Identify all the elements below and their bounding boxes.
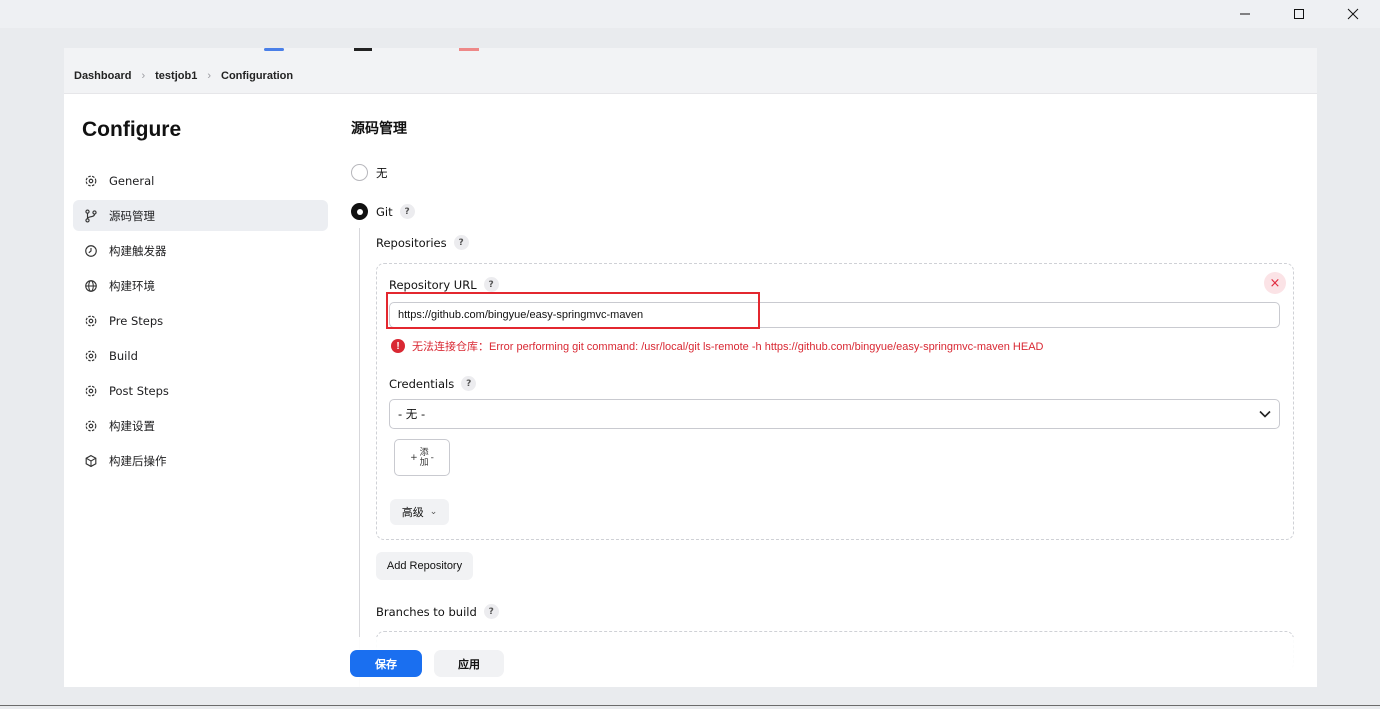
minimize-icon (1240, 13, 1250, 15)
sidebar-item-build-settings[interactable]: 构建设置 (73, 410, 328, 441)
breadcrumb-dashboard[interactable]: Dashboard (74, 70, 131, 82)
chevron-down-icon (1259, 407, 1271, 421)
credentials-label-row: Credentials ? (389, 376, 477, 391)
breadcrumb-configuration[interactable]: Configuration (221, 70, 293, 82)
clipped-header-mark (459, 48, 479, 51)
repositories-label: Repositories (376, 235, 447, 250)
advanced-label: 高级 (401, 506, 424, 519)
sidebar-item-post-build[interactable]: 构建后操作 (73, 445, 328, 476)
sidebar-item-build[interactable]: Build (73, 340, 328, 371)
breadcrumb: Dashboard › testjob1 › Configuration (64, 58, 1317, 94)
window-bottom-border (0, 705, 1380, 706)
help-icon[interactable]: ? (453, 235, 469, 250)
credentials-selected-value: - 无 - (398, 407, 426, 421)
chevron-down-icon: ⌄ (429, 507, 438, 517)
plus-icon: + (410, 452, 418, 463)
gear-icon (83, 348, 99, 364)
error-icon: ! (391, 339, 405, 353)
git-section-indent-line (359, 228, 360, 687)
radio-label: 无 (376, 165, 388, 180)
apply-button[interactable]: 应用 (434, 650, 504, 677)
annotation-highlight-box (386, 292, 760, 329)
window-titlebar (0, 0, 1380, 28)
maximize-icon (1294, 9, 1304, 19)
radio-git[interactable] (351, 203, 368, 220)
jenkins-page: Dashboard › testjob1 › Configuration Con… (64, 48, 1317, 687)
close-button[interactable] (1330, 0, 1376, 28)
clipped-header-mark (264, 48, 284, 51)
sidebar-item-label: 构建后操作 (109, 453, 167, 468)
clipped-header (64, 48, 1317, 58)
sidebar-item-environment[interactable]: 构建环境 (73, 270, 328, 301)
window-right-margin (1317, 28, 1380, 709)
sidebar-item-scm[interactable]: 源码管理 (73, 200, 328, 231)
page-title: Configure (82, 118, 182, 141)
radio-none[interactable] (351, 164, 368, 181)
sidebar-item-label: 构建触发器 (109, 243, 167, 258)
add-repository-button[interactable]: Add Repository (376, 552, 473, 580)
sidebar-item-label: Post Steps (109, 383, 169, 398)
sidebar-item-label: Build (109, 348, 138, 363)
breadcrumb-job[interactable]: testjob1 (155, 70, 197, 82)
repository-error: ! 无法连接仓库：Error performing git command: /… (391, 338, 1043, 354)
save-button[interactable]: 保存 (350, 650, 422, 677)
sidebar-item-label: 构建设置 (109, 418, 155, 433)
help-icon[interactable]: ? (483, 277, 499, 292)
globe-icon (83, 278, 99, 294)
sidebar-item-general[interactable]: General (73, 165, 328, 196)
scm-option-git[interactable]: Git ? (351, 203, 415, 220)
add-credentials-button[interactable]: + 添 加 - (394, 439, 450, 476)
gear-icon (83, 173, 99, 189)
gear-icon (83, 418, 99, 434)
scm-option-none[interactable]: 无 (351, 164, 388, 181)
repository-url-label-row: Repository URL ? (389, 277, 499, 292)
help-icon[interactable]: ? (399, 204, 415, 219)
branches-label-row: Branches to build ? (376, 604, 499, 619)
sidebar-item-label: Pre Steps (109, 313, 164, 328)
error-message: 无法连接仓库：Error performing git command: /us… (412, 341, 1044, 353)
gear-icon (83, 313, 99, 329)
branch-icon (83, 208, 99, 224)
chevron-right-icon: › (207, 69, 211, 82)
close-icon: × (1269, 275, 1281, 291)
sidebar-item-label: 源码管理 (109, 208, 155, 223)
add-label-bottom: 加 (419, 457, 429, 468)
box-icon (83, 453, 99, 469)
advanced-button[interactable]: 高级 ⌄ (390, 499, 449, 525)
chevron-right-icon: › (141, 69, 146, 82)
sticky-footer (64, 637, 1317, 687)
clipped-header-mark (354, 48, 372, 51)
help-icon[interactable]: ? (483, 604, 499, 619)
branches-label: Branches to build (376, 604, 477, 619)
close-icon (1347, 8, 1359, 20)
credentials-label: Credentials (389, 376, 455, 391)
clock-icon (83, 243, 99, 259)
sidebar-item-triggers[interactable]: 构建触发器 (73, 235, 328, 266)
minimize-button[interactable] (1222, 0, 1268, 28)
maximize-button[interactable] (1276, 0, 1322, 28)
delete-repository-button[interactable]: × (1264, 272, 1286, 294)
sidebar-item-label: 构建环境 (109, 278, 155, 293)
credentials-select[interactable]: - 无 - (389, 399, 1280, 429)
add-label: 添 加 (420, 448, 429, 468)
sidebar-item-label: General (109, 173, 155, 188)
sidebar-item-pre-steps[interactable]: Pre Steps (73, 305, 328, 336)
radio-label: Git (376, 204, 393, 219)
repository-url-label: Repository URL (389, 277, 477, 292)
sidebar-item-post-steps[interactable]: Post Steps (73, 375, 328, 406)
repositories-label-row: Repositories ? (376, 235, 469, 250)
help-icon[interactable]: ? (461, 376, 477, 391)
gear-icon (83, 383, 99, 399)
section-title: 源码管理 (351, 121, 407, 137)
window-left-margin (0, 28, 64, 709)
add-label-top: 添 (419, 447, 429, 458)
dropdown-dash: - (430, 452, 434, 463)
